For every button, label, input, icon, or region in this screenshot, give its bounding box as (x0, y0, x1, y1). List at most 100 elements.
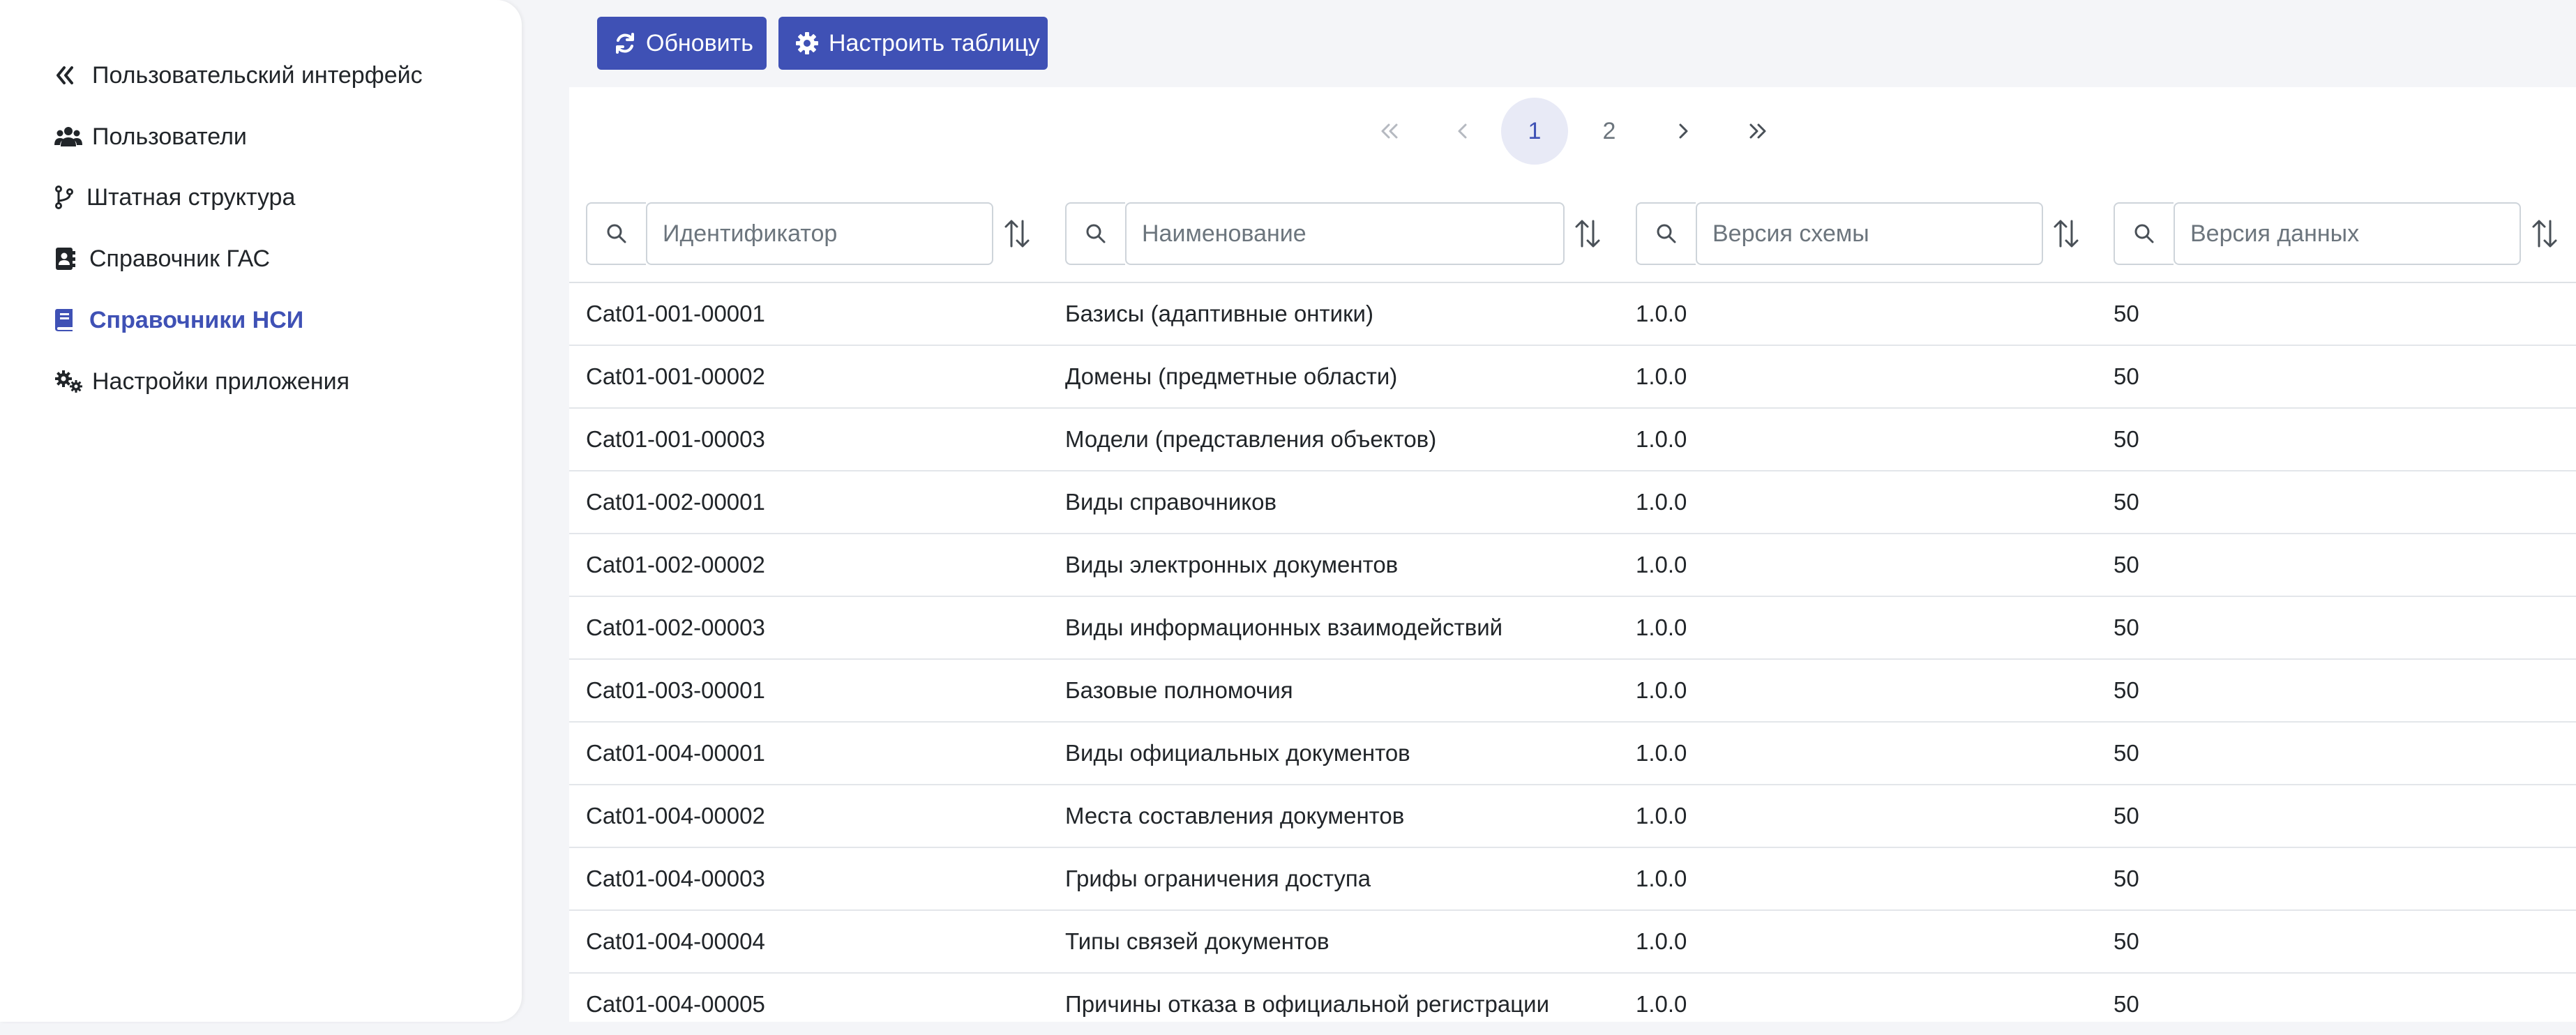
schema-version-search-button[interactable] (1636, 202, 1696, 265)
refresh-button[interactable]: Обновить (597, 17, 767, 70)
cell-data-version: 50 (2114, 301, 2139, 326)
search-icon (1657, 224, 1676, 243)
cell-schema-version: 1.0.0 (1636, 677, 1687, 703)
cell-data-version: 50 (2114, 803, 2139, 829)
configure-table-button-label: Настроить таблицу (829, 29, 1040, 56)
cell-identifier: Cat01-001-00002 (586, 363, 765, 389)
sidebar: Пользовательский интерфейс Пользователи … (0, 0, 522, 1022)
table-row[interactable]: Cat01-004-00002 Места составления докуме… (569, 785, 2576, 848)
sidebar-item-label: Пользовательский интерфейс (92, 61, 423, 89)
table-row[interactable]: Cat01-002-00002 Виды электронных докумен… (569, 534, 2576, 597)
cell-name: Базовые полномочия (1065, 677, 1293, 703)
schema-version-sort-icon[interactable] (2051, 213, 2081, 255)
sidebar-item-gas-directory[interactable]: Справочник ГАС (54, 238, 270, 280)
cell-data-version: 50 (2114, 363, 2139, 389)
cell-name: Грифы ограничения доступа (1065, 866, 1371, 891)
first-page-button[interactable] (1356, 98, 1423, 165)
next-page-button[interactable] (1650, 98, 1717, 165)
search-icon (1086, 224, 1106, 243)
cell-data-version: 50 (2114, 928, 2139, 954)
cell-identifier: Cat01-001-00001 (586, 301, 765, 326)
data-version-filter-input[interactable] (2174, 202, 2521, 265)
sidebar-item-label: Штатная структура (86, 183, 296, 211)
cell-data-version: 50 (2114, 614, 2139, 640)
double-chevron-right-icon (1749, 123, 1766, 139)
table-row[interactable]: Cat01-002-00001 Виды справочников 1.0.0 … (569, 471, 2576, 534)
cell-identifier: Cat01-004-00004 (586, 928, 765, 954)
cell-identifier: Cat01-004-00005 (586, 991, 765, 1017)
address-book-icon (54, 243, 82, 274)
cell-schema-version: 1.0.0 (1636, 426, 1687, 452)
table-row[interactable]: Cat01-002-00003 Виды информационных взаи… (569, 597, 2576, 660)
table-row[interactable]: Cat01-001-00003 Модели (представления об… (569, 409, 2576, 471)
search-icon (607, 224, 626, 243)
name-filter (1065, 202, 1565, 265)
configure-table-button[interactable]: Настроить таблицу (778, 17, 1048, 70)
cell-name: Базисы (адаптивные онтики) (1065, 301, 1373, 326)
cell-identifier: Cat01-002-00003 (586, 614, 765, 640)
sidebar-item-nsi-directories[interactable]: Справочники НСИ (54, 299, 303, 341)
cell-identifier: Cat01-003-00001 (586, 677, 765, 703)
last-page-button[interactable] (1724, 98, 1791, 165)
schema-version-filter-input[interactable] (1696, 202, 2043, 265)
sidebar-item-label: Настройки приложения (92, 368, 350, 395)
search-icon (2134, 224, 2154, 243)
refresh-icon (614, 31, 636, 56)
identifier-search-button[interactable] (586, 202, 646, 265)
cell-name: Места составления документов (1065, 803, 1405, 829)
cell-schema-version: 1.0.0 (1636, 552, 1687, 577)
sidebar-item-app-settings[interactable]: Настройки приложения (54, 361, 349, 402)
data-version-sort-icon[interactable] (2529, 213, 2560, 255)
table-row[interactable]: Cat01-004-00004 Типы связей документов 1… (569, 911, 2576, 974)
cell-schema-version: 1.0.0 (1636, 740, 1687, 766)
cell-data-version: 50 (2114, 866, 2139, 891)
name-sort-icon[interactable] (1572, 213, 1603, 255)
main-content: Обновить Настроить таблицу 1 2 Идентифик… (569, 0, 2576, 1022)
name-search-button[interactable] (1065, 202, 1125, 265)
cell-schema-version: 1.0.0 (1636, 866, 1687, 891)
cell-schema-version: 1.0.0 (1636, 489, 1687, 515)
cell-data-version: 50 (2114, 677, 2139, 703)
chevron-right-icon (1679, 123, 1688, 139)
page-1-button[interactable]: 1 (1501, 98, 1568, 165)
page-2-button[interactable]: 2 (1576, 98, 1643, 165)
table-row[interactable]: Cat01-001-00001 Базисы (адаптивные онтик… (569, 283, 2576, 346)
name-filter-input[interactable] (1125, 202, 1565, 265)
book-icon (54, 305, 82, 335)
sidebar-item-label: Справочники НСИ (89, 306, 304, 333)
prev-page-button[interactable] (1429, 98, 1496, 165)
sidebar-item-staff-structure[interactable]: Штатная структура (54, 176, 295, 218)
cell-data-version: 50 (2114, 740, 2139, 766)
cell-identifier: Cat01-004-00003 (586, 866, 765, 891)
cell-identifier: Cat01-002-00001 (586, 489, 765, 515)
table-row[interactable]: Cat01-003-00001 Базовые полномочия 1.0.0… (569, 660, 2576, 723)
cell-identifier: Cat01-004-00001 (586, 740, 765, 766)
data-version-search-button[interactable] (2114, 202, 2174, 265)
cell-schema-version: 1.0.0 (1636, 928, 1687, 954)
table-row[interactable]: Cat01-004-00001 Виды официальных докумен… (569, 723, 2576, 785)
table-row[interactable]: Cat01-004-00003 Грифы ограничения доступ… (569, 848, 2576, 911)
sidebar-item-label: Пользователи (92, 123, 247, 150)
cell-identifier: Cat01-002-00002 (586, 552, 765, 577)
table-row[interactable]: Cat01-004-00005 Причины отказа в официал… (569, 974, 2576, 1022)
double-chevron-left-icon (54, 60, 85, 91)
cell-name: Причины отказа в официальной регистрации (1065, 991, 1549, 1017)
cell-schema-version: 1.0.0 (1636, 803, 1687, 829)
code-branch-icon (54, 182, 80, 213)
cell-data-version: 50 (2114, 552, 2139, 577)
sidebar-item-ui[interactable]: Пользовательский интерфейс (54, 54, 423, 96)
cell-schema-version: 1.0.0 (1636, 363, 1687, 389)
cell-identifier: Cat01-001-00003 (586, 426, 765, 452)
identifier-sort-icon[interactable] (1002, 213, 1032, 255)
cell-name: Виды электронных документов (1065, 552, 1399, 577)
sidebar-item-users[interactable]: Пользователи (54, 116, 247, 158)
sidebar-item-label: Справочник ГАС (89, 245, 271, 272)
table-row[interactable]: Cat01-001-00002 Домены (предметные облас… (569, 346, 2576, 409)
cell-data-version: 50 (2114, 991, 2139, 1017)
cell-identifier: Cat01-004-00002 (586, 803, 765, 829)
chevron-left-icon (1458, 123, 1467, 139)
cell-name: Типы связей документов (1065, 928, 1330, 954)
cell-name: Домены (предметные области) (1065, 363, 1398, 389)
identifier-filter-input[interactable] (646, 202, 993, 265)
cell-schema-version: 1.0.0 (1636, 614, 1687, 640)
